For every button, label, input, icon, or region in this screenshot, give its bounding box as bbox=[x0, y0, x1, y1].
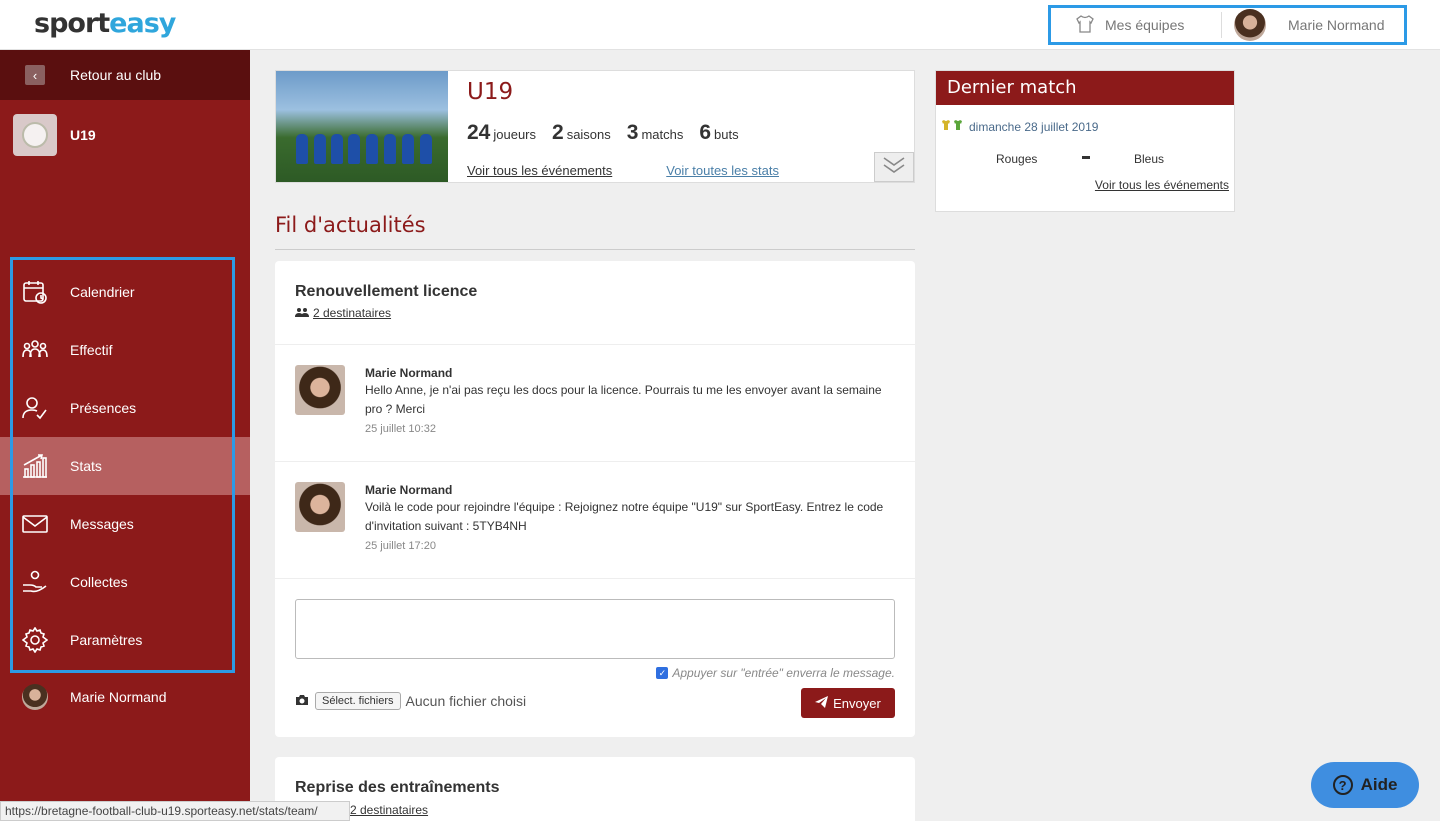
sidebar-item-messages[interactable]: Messages bbox=[0, 495, 250, 553]
paper-plane-icon bbox=[815, 695, 829, 711]
post-header: Renouvellement licence 2 destinataires bbox=[275, 261, 915, 345]
players-stat: 24 joueurs bbox=[467, 121, 536, 144]
score-separator bbox=[1082, 156, 1090, 159]
mail-icon bbox=[22, 511, 48, 537]
avatar bbox=[22, 684, 48, 710]
select-files-button[interactable]: Sélect. fichiers bbox=[315, 692, 401, 710]
expand-button[interactable] bbox=[874, 152, 914, 182]
message-item: Marie Normand Hello Anne, je n'ai pas re… bbox=[275, 345, 915, 462]
back-to-club-link[interactable]: ‹ Retour au club bbox=[0, 50, 250, 100]
sidebar-nav: Calendrier Effectif Présences Stats Mess… bbox=[0, 263, 250, 669]
avatar bbox=[295, 482, 345, 532]
calendar-icon bbox=[22, 279, 48, 305]
match-events-link[interactable]: Voir tous les événements bbox=[1095, 178, 1229, 192]
feed-title: Fil d'actualités bbox=[275, 213, 915, 250]
sidebar-item-collectes[interactable]: Collectes bbox=[0, 553, 250, 611]
team-links: Voir tous les événements Voir toutes les… bbox=[467, 163, 779, 178]
message-text: Hello Anne, je n'ai pas reçu les docs po… bbox=[365, 383, 882, 416]
post-card: Renouvellement licence 2 destinataires M… bbox=[275, 261, 915, 737]
top-user-area: Mes équipes Marie Normand bbox=[1048, 5, 1407, 45]
team-title: U19 bbox=[467, 79, 514, 105]
team-name: U19 bbox=[70, 127, 96, 143]
team-selector[interactable]: U19 bbox=[0, 100, 250, 156]
attendance-icon bbox=[22, 395, 48, 421]
collect-icon bbox=[22, 569, 48, 595]
camera-icon bbox=[295, 694, 309, 709]
top-bar: sporteasy Mes équipes Marie Normand bbox=[0, 0, 1440, 50]
shirts-icon bbox=[941, 119, 963, 134]
home-team: Rouges bbox=[996, 152, 1038, 166]
match-date-row[interactable]: dimanche 28 juillet 2019 bbox=[941, 119, 1098, 134]
user-name: Marie Normand bbox=[1288, 17, 1385, 33]
logo[interactable]: sporteasy bbox=[34, 8, 176, 39]
avatar bbox=[1234, 9, 1266, 41]
sidebar: ‹ Retour au club U19 Calendrier Effectif… bbox=[0, 50, 250, 821]
send-button[interactable]: Envoyer bbox=[801, 688, 895, 718]
shirt-icon bbox=[1075, 14, 1095, 37]
away-team: Bleus bbox=[1134, 152, 1165, 166]
message-item: Marie Normand Voilà le code pour rejoind… bbox=[275, 462, 915, 579]
message-time: 25 juillet 10:32 bbox=[365, 423, 436, 435]
post-card: Reprise des entraînements 2 destinataire… bbox=[275, 757, 915, 821]
sidebar-item-presences[interactable]: Présences bbox=[0, 379, 250, 437]
post-title: Renouvellement licence bbox=[295, 283, 478, 300]
recipients-link[interactable]: 2 destinataires bbox=[295, 306, 895, 320]
message-author: Marie Normand bbox=[365, 483, 453, 497]
message-time: 25 juillet 17:20 bbox=[365, 540, 436, 552]
gear-icon bbox=[22, 627, 48, 653]
user-menu[interactable]: Marie Normand bbox=[1222, 9, 1384, 41]
sidebar-user[interactable]: Marie Normand bbox=[22, 684, 166, 710]
avatar bbox=[295, 365, 345, 415]
status-bar-url: https://bretagne-football-club-u19.sport… bbox=[0, 801, 350, 821]
enter-sends-option[interactable]: ✓ Appuyer sur "entrée" enverra le messag… bbox=[295, 666, 895, 680]
chevron-left-icon: ‹ bbox=[25, 65, 45, 85]
team-card: U19 24 joueurs 2 saisons 3 matchs 6 buts Voi… bbox=[275, 70, 915, 183]
message-author: Marie Normand bbox=[365, 366, 453, 380]
my-teams-label: Mes équipes bbox=[1105, 17, 1185, 33]
all-stats-link[interactable]: Voir toutes les stats bbox=[666, 163, 779, 178]
sidebar-item-effectif[interactable]: Effectif bbox=[0, 321, 250, 379]
seasons-stat: 2 saisons bbox=[552, 121, 611, 144]
sidebar-item-parametres[interactable]: Paramètres bbox=[0, 611, 250, 669]
team-photo bbox=[276, 71, 448, 182]
post-title: Reprise des entraînements bbox=[295, 779, 500, 796]
message-input[interactable] bbox=[295, 599, 895, 659]
team-badge-icon bbox=[13, 114, 57, 156]
question-icon: ? bbox=[1332, 775, 1353, 795]
checkbox-checked-icon[interactable]: ✓ bbox=[656, 667, 669, 679]
sidebar-user-name: Marie Normand bbox=[70, 689, 167, 705]
all-events-link[interactable]: Voir tous les événements bbox=[467, 163, 612, 178]
sidebar-item-calendrier[interactable]: Calendrier bbox=[0, 263, 250, 321]
users-icon bbox=[295, 306, 309, 320]
last-match-card: Dernier match dimanche 28 juillet 2019 R… bbox=[935, 70, 1235, 212]
recipients-link[interactable]: 2 destinataires bbox=[350, 803, 428, 817]
help-button[interactable]: ? Aide bbox=[1311, 762, 1419, 808]
stats-icon bbox=[22, 453, 48, 479]
my-teams-button[interactable]: Mes équipes bbox=[1051, 14, 1221, 37]
goals-stat: 6 buts bbox=[699, 121, 739, 144]
match-date: dimanche 28 juillet 2019 bbox=[969, 119, 1099, 134]
no-file-label: Aucun fichier choisi bbox=[405, 693, 527, 709]
team-icon bbox=[22, 337, 48, 363]
matches-stat: 3 matchs bbox=[626, 121, 684, 144]
team-stats: 24 joueurs 2 saisons 3 matchs 6 buts bbox=[467, 121, 739, 145]
back-label: Retour au club bbox=[70, 67, 162, 83]
message-text: Voilà le code pour rejoindre l'équipe : … bbox=[365, 500, 884, 533]
sidebar-item-stats[interactable]: Stats bbox=[0, 437, 250, 495]
last-match-title: Dernier match bbox=[936, 71, 1234, 105]
chevron-double-down-icon bbox=[882, 156, 906, 179]
